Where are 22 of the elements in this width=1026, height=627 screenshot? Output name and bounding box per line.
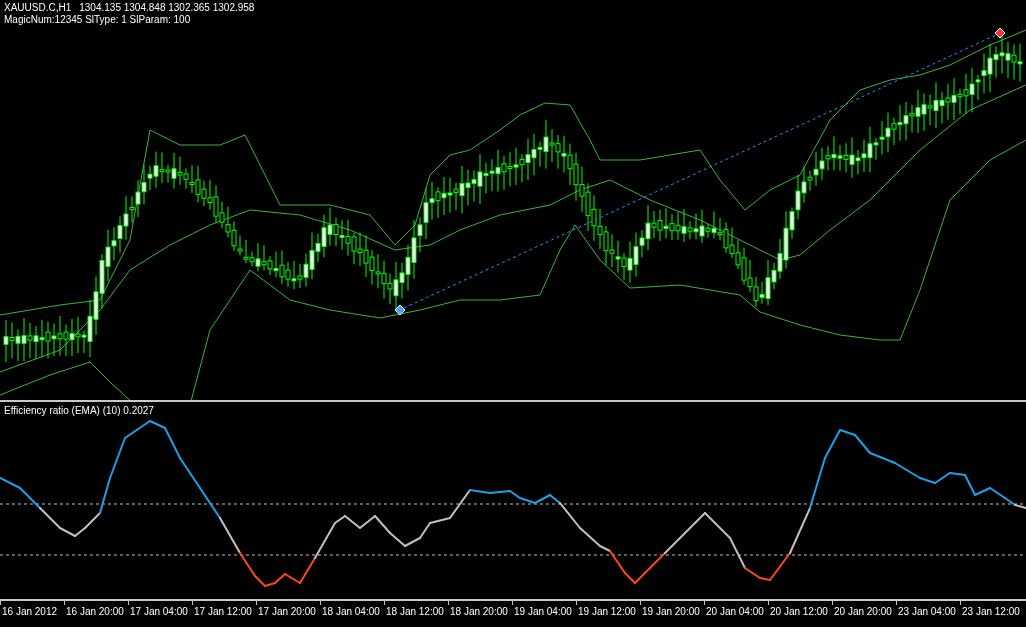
time-label: 18 Jan 20:00 <box>450 606 508 618</box>
time-label: 17 Jan 04:00 <box>130 606 188 618</box>
expert-info: MagicNum:12345 SlType: 1 SlParam: 100 <box>4 14 192 26</box>
time-label: 20 Jan 04:00 <box>706 606 764 618</box>
time-label: 18 Jan 04:00 <box>322 606 380 618</box>
time-label: 23 Jan 04:00 <box>898 606 956 618</box>
price-quotes: 1304.135 1304.848 1302.365 1302.958 <box>79 2 255 14</box>
time-label: 17 Jan 20:00 <box>258 606 316 618</box>
time-label: 23 Jan 12:00 <box>962 606 1020 618</box>
time-label: 20 Jan 12:00 <box>770 606 828 618</box>
time-label: 20 Jan 20:00 <box>834 606 892 618</box>
time-label: 18 Jan 12:00 <box>386 606 444 618</box>
time-label: 19 Jan 04:00 <box>514 606 572 618</box>
time-label: 17 Jan 12:00 <box>194 606 252 618</box>
entry-marker-icon <box>394 304 406 316</box>
time-label: 16 Jan 2012 <box>2 606 58 618</box>
symbol-label: XAUUSD.C,H1 <box>4 2 72 14</box>
exit-marker-icon <box>994 27 1006 39</box>
time-label: 19 Jan 12:00 <box>578 606 636 618</box>
time-label: 16 Jan 20:00 <box>66 606 124 618</box>
indicator-title: Efficiency ratio (EMA) (10) 0.2027 <box>4 405 154 417</box>
time-label: 19 Jan 20:00 <box>642 606 700 618</box>
